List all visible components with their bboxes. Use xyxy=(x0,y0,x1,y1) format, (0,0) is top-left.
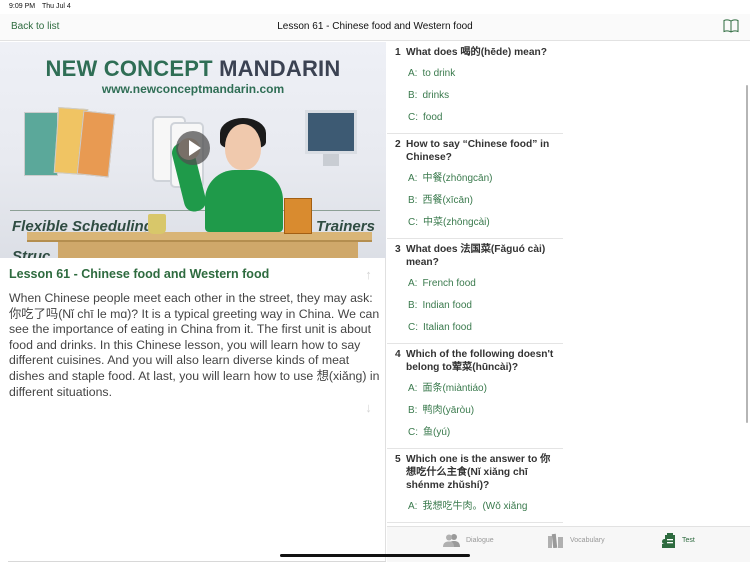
question-body: What does 法国菜(Fǎguó cài) mean? xyxy=(406,244,546,268)
answer-option[interactable]: B: 西餐(xīcān) xyxy=(387,190,563,212)
status-date: Thu Jul 4 xyxy=(42,3,71,10)
question-text: 4 Which of the following doesn't belong t… xyxy=(387,348,563,374)
answer-option[interactable]: B: drinks xyxy=(387,85,563,107)
option-text: to drink xyxy=(422,68,456,79)
home-indicator[interactable] xyxy=(280,554,470,557)
question-number: 1 xyxy=(395,47,401,58)
question-item: 5 Which one is the answer to 你想吃什么主食(Nǐ x… xyxy=(387,449,563,523)
question-number: 5 xyxy=(395,454,401,465)
video-desk xyxy=(27,232,372,242)
question-text: 1 What does 喝的(hēde) mean? xyxy=(387,46,563,59)
lesson-pane: NEW CONCEPT MANDARIN www.newconceptmanda… xyxy=(0,42,386,562)
option-letter: B: xyxy=(408,90,418,101)
option-text: drinks xyxy=(422,90,450,101)
tab-test[interactable]: Test xyxy=(662,533,695,548)
tab-test-label: Test xyxy=(682,537,695,544)
option-letter: A: xyxy=(408,173,418,184)
scrollbar[interactable] xyxy=(746,85,748,423)
book-icon[interactable] xyxy=(723,18,739,34)
video-brand: NEW CONCEPT MANDARIN xyxy=(45,56,341,81)
option-text: food xyxy=(423,112,443,123)
video-monitor xyxy=(305,110,357,154)
question-number: 2 xyxy=(395,139,401,150)
question-body: What does 喝的(hēde) mean? xyxy=(406,47,547,58)
books-icon xyxy=(548,533,563,548)
test-icon xyxy=(662,533,675,548)
tab-vocabulary-label: Vocabulary xyxy=(570,537,605,544)
option-letter: A: xyxy=(408,501,418,512)
tab-dialogue[interactable]: Dialogue xyxy=(443,533,494,547)
video-presenter-body xyxy=(205,170,283,232)
questions-container: 1 What does 喝的(hēde) mean? A: to drink B: dri… xyxy=(387,42,750,523)
answer-option[interactable]: C: food xyxy=(387,107,563,129)
question-body: Which of the following doesn't belong to… xyxy=(406,349,554,373)
tab-dialogue-label: Dialogue xyxy=(466,536,494,544)
question-text: 5 Which one is the answer to 你想吃什么主食(Nǐ x… xyxy=(387,453,563,492)
video-player[interactable]: NEW CONCEPT MANDARIN www.newconceptmanda… xyxy=(0,42,386,258)
option-letter: C: xyxy=(408,427,418,438)
answer-option[interactable]: B: 鸭肉(yāròu) xyxy=(387,400,563,422)
people-icon xyxy=(443,534,460,547)
option-letter: C: xyxy=(408,112,418,123)
option-text: 鱼(yú) xyxy=(423,427,451,438)
option-text: 中菜(zhōngcài) xyxy=(423,217,490,228)
status-time: 9:09 PM xyxy=(9,3,36,10)
app-screen: 9:09 PM Thu Jul 4 100% Back to list Less… xyxy=(0,0,750,562)
question-body: How to say “Chinese food” in Chinese? xyxy=(406,139,550,163)
video-url-text: www.newconceptmandarin.com xyxy=(101,82,285,96)
video-mug xyxy=(148,214,166,234)
option-letter: A: xyxy=(408,383,418,394)
answer-option[interactable]: C: 中菜(zhōngcài) xyxy=(387,212,563,234)
play-icon[interactable] xyxy=(176,131,210,165)
option-text: French food xyxy=(422,278,476,289)
answer-option[interactable]: B: Indian food xyxy=(387,295,563,317)
question-item: 2 How to say “Chinese food” in Chinese? A:… xyxy=(387,134,563,239)
question-item: 1 What does 喝的(hēde) mean? A: to drink B: dri… xyxy=(387,42,563,134)
answer-option[interactable]: A: 中餐(zhōngcān) xyxy=(387,168,563,190)
option-letter: A: xyxy=(408,278,418,289)
answer-option[interactable]: C: 鱼(yú) xyxy=(387,422,563,444)
question-item: 3 What does 法国菜(Fǎguó cài) mean? A: French … xyxy=(387,239,563,344)
video-desk-front xyxy=(58,242,358,258)
video-desk-book xyxy=(284,198,312,234)
question-number: 3 xyxy=(395,244,401,255)
answer-option[interactable]: C: Italian food xyxy=(387,317,563,339)
option-letter: C: xyxy=(408,322,418,333)
video-presenter-head xyxy=(225,124,261,170)
question-text: 3 What does 法国菜(Fǎguó cài) mean? xyxy=(387,243,563,269)
option-text: 西餐(xīcān) xyxy=(422,195,474,206)
question-text: 2 How to say “Chinese food” in Chinese? xyxy=(387,138,563,164)
option-letter: A: xyxy=(408,68,418,79)
option-letter: C: xyxy=(408,217,418,228)
option-text: 面条(miàntiáo) xyxy=(422,383,487,394)
video-book-1 xyxy=(24,112,58,176)
arrow-down-icon[interactable]: ↓ xyxy=(362,401,375,415)
video-monitor-stand xyxy=(323,154,339,166)
nav-bar: Back to list Lesson 61 - Chinese food an… xyxy=(0,14,750,41)
arrow-up-icon[interactable]: ↑ xyxy=(362,268,375,282)
question-body: Which one is the answer to 你想吃什么主食(Nǐ xi… xyxy=(406,454,551,491)
lesson-description: When Chinese people meet each other in t… xyxy=(9,291,380,399)
answer-option[interactable]: A: 面条(miàntiáo) xyxy=(387,378,563,400)
status-bar: 9:09 PM Thu Jul 4 100% xyxy=(0,0,750,486)
option-text: Indian food xyxy=(422,300,472,311)
option-text: 鸭肉(yāròu) xyxy=(422,405,475,416)
tab-vocabulary[interactable]: Vocabulary xyxy=(548,533,605,548)
question-item: 4 Which of the following doesn't belong t… xyxy=(387,344,563,449)
option-letter: B: xyxy=(408,195,418,206)
option-text: 中餐(zhōngcān) xyxy=(422,173,493,184)
video-book-3 xyxy=(76,110,116,178)
answer-option[interactable]: A: French food xyxy=(387,273,563,295)
page-title: Lesson 61 - Chinese food and Western foo… xyxy=(277,21,473,32)
lesson-title: Lesson 61 - Chinese food and Western foo… xyxy=(9,267,270,281)
answer-option[interactable]: A: 我想吃牛肉。(Wǒ xiǎng xyxy=(387,496,563,518)
option-text: Italian food xyxy=(423,322,472,333)
option-letter: B: xyxy=(408,405,418,416)
test-question-list[interactable]: 1 What does 喝的(hēde) mean? A: to drink B: dri… xyxy=(387,42,750,526)
video-slogan-bottom: Struc xyxy=(12,248,51,258)
option-text: 我想吃牛肉。(Wǒ xiǎng xyxy=(422,501,528,512)
question-number: 4 xyxy=(395,349,401,360)
option-letter: B: xyxy=(408,300,418,311)
answer-option[interactable]: A: to drink xyxy=(387,63,563,85)
